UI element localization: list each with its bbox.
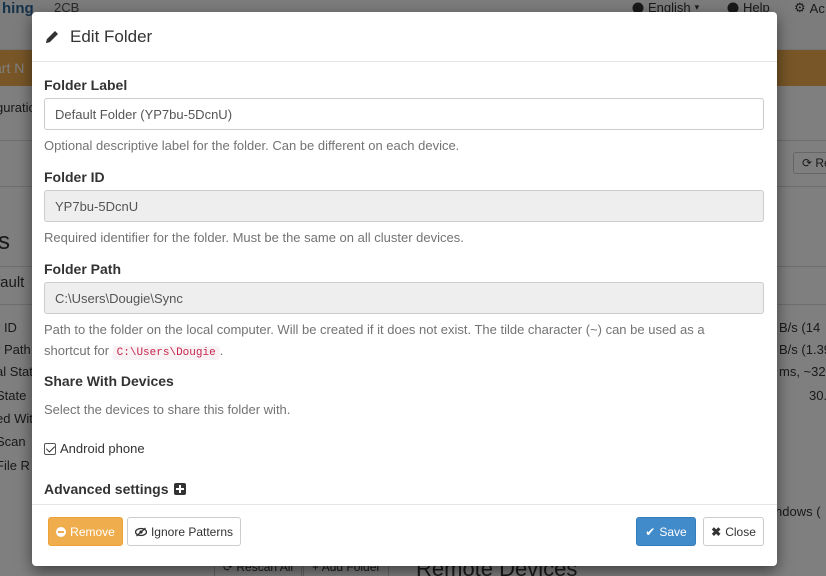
advanced-settings-label: Advanced settings [44,481,169,497]
minus-circle-icon [56,526,67,537]
folder-label-heading: Folder Label [44,77,128,93]
folder-path-help-suffix: . [219,343,224,358]
check-icon: ✔ [645,524,656,539]
pencil-icon [46,30,58,43]
edit-folder-modal: Edit Folder Folder Label Optional descri… [32,12,777,566]
share-devices-heading: Share With Devices [44,373,174,389]
advanced-settings-toggle[interactable]: Advanced settings [44,481,187,497]
close-icon: ✖ [711,524,722,539]
share-devices-help: Select the devices to share this folder … [44,402,291,417]
close-button-label: Close [725,524,756,539]
ignore-patterns-button[interactable]: Ignore Patterns [127,517,241,546]
device-checkbox-row[interactable]: Android phone [44,441,145,456]
save-button[interactable]: ✔ Save [636,517,696,546]
plus-square-icon [174,483,187,495]
folder-label-input[interactable] [44,98,764,130]
folder-path-help-line2: shortcut for C:\Users\Dougie. [44,340,705,364]
folder-path-help: Path to the folder on the local computer… [44,319,705,364]
modal-title: Edit Folder [70,26,153,46]
device-checkbox[interactable] [44,442,56,455]
folder-path-help-line1: Path to the folder on the local computer… [44,322,705,337]
ignore-patterns-label: Ignore Patterns [150,524,234,539]
modal-footer: Remove Ignore Patterns ✔ Save ✖ Close [32,504,777,566]
folder-path-heading: Folder Path [44,261,122,277]
eye-slash-icon [134,527,147,536]
remove-button-label: Remove [70,524,115,539]
folder-id-input[interactable] [44,190,764,222]
device-name: Android phone [60,441,145,456]
close-button[interactable]: ✖ Close [703,517,764,546]
folder-path-help-prefix: shortcut for [44,343,110,358]
home-path-code: C:\Users\Dougie [112,346,220,360]
folder-path-input[interactable] [44,282,764,314]
folder-id-help: Required identifier for the folder. Must… [44,230,464,245]
folder-label-help: Optional descriptive label for the folde… [44,138,460,153]
save-button-label: Save [659,524,687,539]
remove-button[interactable]: Remove [48,517,123,546]
folder-id-heading: Folder ID [44,169,105,185]
modal-header: Edit Folder [32,12,777,62]
